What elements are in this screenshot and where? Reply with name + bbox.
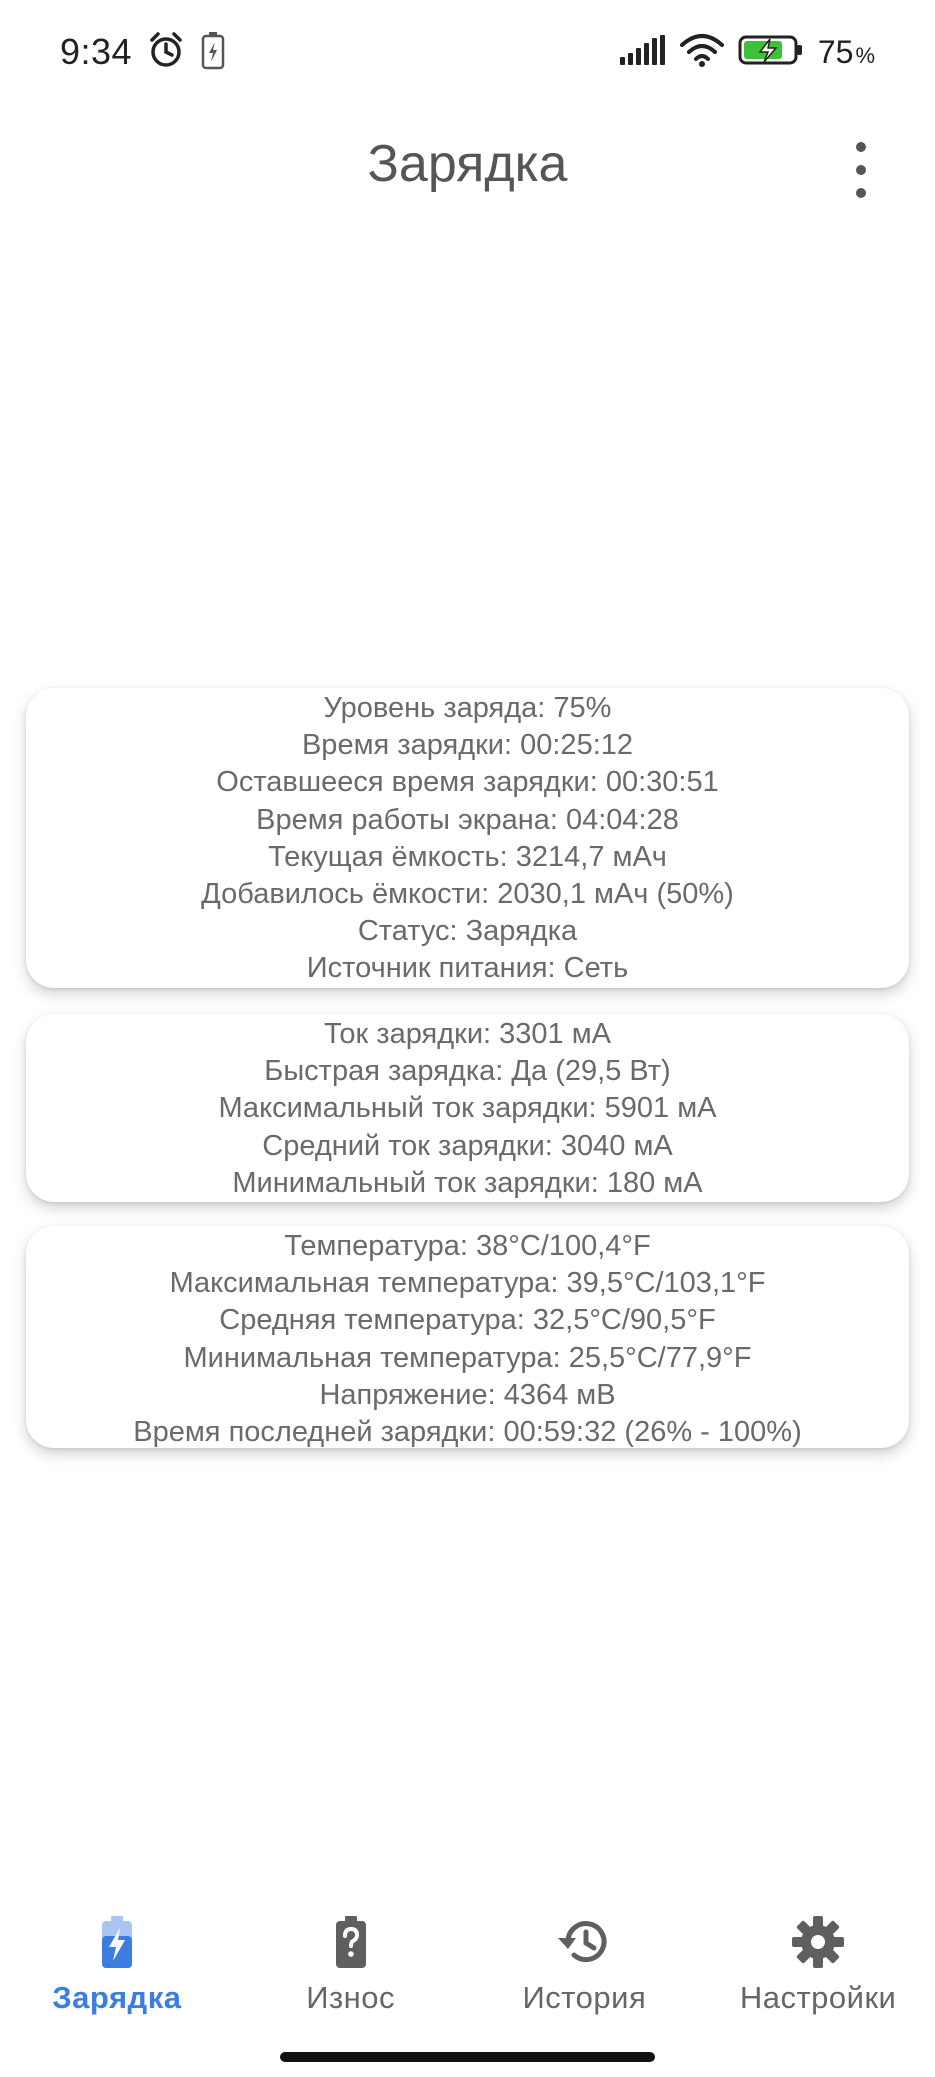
alarm-clock-icon — [146, 30, 186, 75]
temperature-info-card: Температура: 38°C/100,4°F Максимальная т… — [26, 1226, 909, 1448]
charge-info-card: Уровень заряда: 75% Время зарядки: 00:25… — [26, 688, 909, 988]
status-bar-left: 9:34 — [60, 30, 226, 75]
nav-label-wear: Износ — [306, 1980, 396, 2015]
settings-gear-icon — [788, 1912, 848, 1972]
nav-label-charging: Зарядка — [52, 1980, 182, 2015]
battery-percent-symbol: % — [855, 42, 875, 68]
current-capacity-text: Текущая ёмкость: 3214,7 мАч — [268, 840, 667, 873]
current-info-card: Ток зарядки: 3301 мА Быстрая зарядка: Да… — [26, 1014, 909, 1202]
fast-charge-text: Быстрая зарядка: Да (29,5 Вт) — [264, 1055, 671, 1088]
nav-item-wear[interactable]: Износ — [234, 1900, 468, 2020]
more-vert-icon-dot — [856, 188, 866, 198]
voltage-text: Напряжение: 4364 мВ — [319, 1378, 616, 1411]
nav-label-settings: Настройки — [739, 1980, 897, 2015]
remaining-time-text: Оставшееся время зарядки: 00:30:51 — [216, 766, 719, 799]
battery-charging-status-icon — [738, 34, 804, 71]
added-capacity-text: Добавилось ёмкости: 2030,1 мАч (50%) — [201, 878, 734, 911]
charge-level-text: Уровень заряда: 75% — [323, 692, 612, 724]
status-time: 9:34 — [60, 31, 133, 72]
charge-current-text: Ток зарядки: 3301 мА — [323, 1018, 612, 1050]
battery-charging-icon — [87, 1912, 147, 1972]
temperature-text: Температура: 38°C/100,4°F — [284, 1230, 651, 1262]
status-bar: 9:34 75 % — [0, 0, 935, 104]
battery-unknown-icon — [321, 1912, 381, 1972]
battery-percent: 75% — [818, 34, 875, 71]
min-current-text: Минимальный ток зарядки: 180 мА — [232, 1166, 703, 1199]
charging-notification-icon — [200, 30, 226, 75]
status-text: Статус: Зарядка — [357, 915, 578, 948]
page-title: Зарядка — [367, 135, 568, 193]
bottom-navigation: Зарядка Износ История Настройки — [0, 1900, 935, 2020]
avg-temperature-text: Средняя температура: 32,5°C/90,5°F — [219, 1304, 716, 1337]
nav-item-charging[interactable]: Зарядка — [0, 1900, 234, 2020]
last-charge-text: Время последней зарядки: 00:59:32 (26% -… — [133, 1416, 802, 1449]
power-source-text: Источник питания: Сеть — [306, 952, 629, 985]
nav-item-settings[interactable]: Настройки — [701, 1900, 935, 2020]
more-options-button[interactable] — [843, 142, 879, 198]
more-vert-icon-dot — [856, 142, 866, 152]
home-gesture-bar[interactable] — [280, 2052, 655, 2062]
max-current-text: Максимальный ток зарядки: 5901 мА — [218, 1092, 717, 1125]
nav-item-history[interactable]: История — [468, 1900, 702, 2020]
avg-current-text: Средний ток зарядки: 3040 мА — [262, 1129, 673, 1162]
app-bar: Зарядка — [0, 104, 935, 234]
max-temperature-text: Максимальная температура: 39,5°C/103,1°F — [169, 1267, 766, 1300]
signal-strength-icon — [619, 34, 666, 70]
status-bar-right: 75% — [619, 33, 875, 72]
battery-percent-value: 75 — [817, 33, 854, 70]
charge-time-text: Время зарядки: 00:25:12 — [301, 729, 634, 762]
more-vert-icon-dot — [856, 165, 866, 175]
nav-label-history: История — [522, 1980, 647, 2015]
min-temperature-text: Минимальная температура: 25,5°C/77,9°F — [183, 1341, 752, 1374]
screen-time-text: Время работы экрана: 04:04:28 — [256, 803, 679, 836]
wifi-icon — [679, 33, 724, 72]
screen: 9:34 75 % Зарядка Уровень заряда: 75% Вр… — [0, 0, 935, 2077]
history-icon — [554, 1912, 614, 1972]
